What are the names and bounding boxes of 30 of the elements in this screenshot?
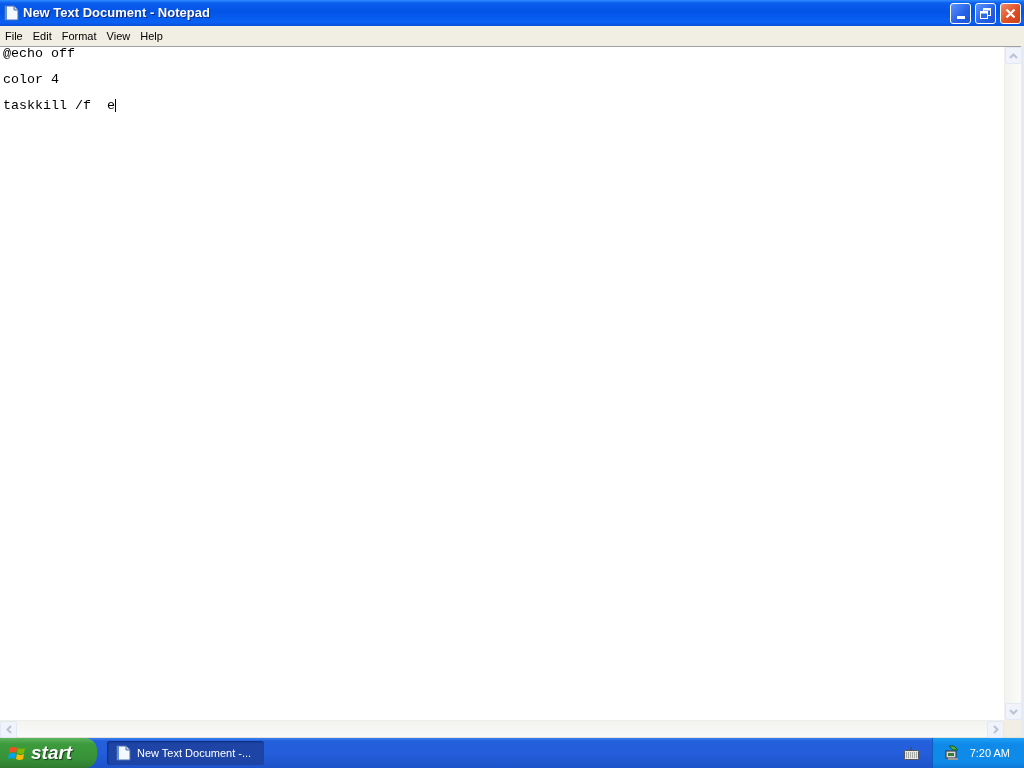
window-title: New Text Document - Notepad (23, 4, 211, 23)
minimize-icon (956, 15, 965, 19)
document-text: @echo off color 4 taskkill /f e (3, 47, 115, 112)
restore-icon (980, 7, 991, 19)
menu-item[interactable]: File (0, 26, 28, 46)
scroll-left-button[interactable] (0, 721, 17, 738)
chevron-left-icon (4, 725, 13, 734)
chevron-down-icon (1009, 707, 1018, 716)
scrollbar-corner (1004, 720, 1021, 737)
flag-icon (8, 744, 26, 762)
scroll-right-button[interactable] (987, 721, 1004, 738)
document-icon (115, 745, 131, 761)
computer-icon[interactable] (944, 745, 960, 761)
horizontal-scrollbar[interactable] (0, 720, 1004, 737)
minimize-button[interactable] (950, 2, 971, 24)
close-icon (1005, 7, 1016, 19)
close-button[interactable] (1000, 2, 1021, 24)
keyboard-icon[interactable] (903, 746, 919, 760)
restore-button[interactable] (975, 2, 996, 24)
taskbar-button[interactable]: New Text Document -... (107, 741, 264, 765)
clock: 7:20 AM (969, 745, 1010, 761)
vertical-scrollbar[interactable] (1004, 47, 1021, 720)
menu-item[interactable]: Help (135, 26, 168, 46)
menu-item[interactable]: Format (56, 26, 102, 46)
chevron-up-icon (1009, 51, 1018, 60)
document-icon (3, 5, 19, 21)
menu-item[interactable]: View (101, 26, 136, 46)
menu-item[interactable]: Edit (27, 26, 57, 46)
start-button[interactable]: start (0, 738, 97, 768)
chevron-right-icon (991, 725, 1000, 734)
